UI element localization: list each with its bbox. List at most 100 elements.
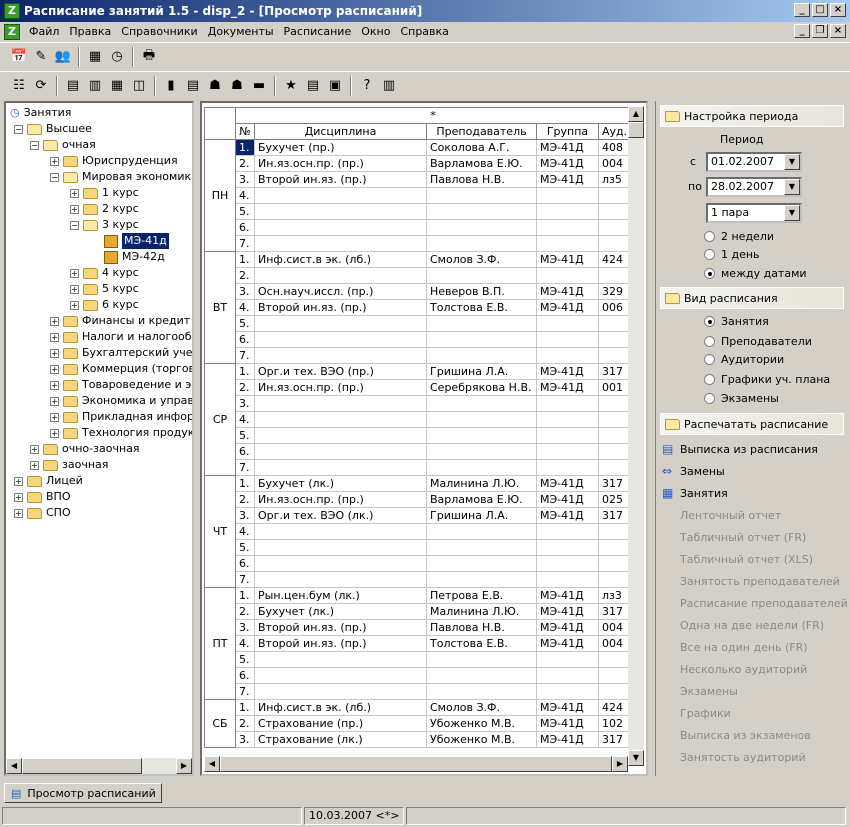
cell-teacher[interactable]	[426, 555, 537, 572]
cell-teacher[interactable]	[426, 203, 537, 220]
radio-between-dates[interactable]: между датами	[704, 267, 807, 280]
cell-number[interactable]: 2.	[235, 155, 255, 172]
cell-number[interactable]: 1.	[235, 363, 255, 380]
cell-teacher[interactable]: Убоженко М.В.	[426, 731, 537, 748]
cell-room[interactable]	[598, 427, 631, 444]
cell-discipline[interactable]: Страхование (пр.)	[254, 715, 427, 732]
tree-node-higher[interactable]: − Высшее	[14, 121, 92, 137]
cell-number[interactable]: 4.	[235, 411, 255, 428]
cell-room[interactable]: 004	[598, 619, 631, 636]
tree-node-fulltime[interactable]: − очная	[30, 137, 96, 153]
cell-discipline[interactable]	[254, 427, 427, 444]
pair-select[interactable]: 1 пара ▼	[706, 203, 802, 223]
scroll-thumb[interactable]	[220, 756, 612, 772]
table-row[interactable]: 6.	[205, 667, 631, 684]
tree-node-course-4[interactable]: +4 курс	[70, 265, 139, 281]
cell-teacher[interactable]	[426, 651, 537, 668]
radio-view-rooms[interactable]: Аудитории	[704, 353, 784, 366]
table-row[interactable]: 6.	[205, 443, 631, 460]
table-row[interactable]: ЧТ 1. Бухучет (лк.) Малинина Л.Ю. МЭ-41Д 317	[204, 475, 631, 588]
child-close-button[interactable]: ×	[830, 24, 846, 38]
cell-room[interactable]	[598, 523, 631, 540]
cell-number[interactable]: 3.	[235, 283, 255, 300]
cell-discipline[interactable]	[254, 315, 427, 332]
link-replacements[interactable]: Замены	[680, 465, 725, 478]
group-tree[interactable]: ◷ Занятия − Высшее − очная + Юриспруденция −…	[4, 101, 194, 776]
cell-number[interactable]: 6.	[235, 331, 255, 348]
tree-node-taxes[interactable]: + Налоги и налогообло	[50, 329, 192, 345]
folder-icon[interactable]: ▬	[250, 77, 268, 95]
radio-view-teachers[interactable]: Преподаватели	[704, 335, 812, 348]
table-row[interactable]: 6.	[205, 219, 631, 236]
cell-group[interactable]: МЭ-41Д	[536, 603, 599, 620]
link-schedule-extract[interactable]: Выписка из расписания	[680, 443, 818, 456]
cell-group[interactable]: МЭ-41Д	[536, 619, 599, 636]
tree-node-course-1[interactable]: +1 курс	[70, 185, 139, 201]
cell-number[interactable]: 3.	[235, 731, 255, 748]
split-icon[interactable]: ◫	[130, 77, 148, 95]
table-row[interactable]: 7.	[205, 571, 631, 588]
cell-number[interactable]: 5.	[235, 315, 255, 332]
cell-discipline[interactable]	[254, 331, 427, 348]
cell-teacher[interactable]	[426, 523, 537, 540]
cell-room[interactable]	[598, 235, 631, 252]
view-section-header[interactable]: Вид расписания	[660, 287, 844, 309]
cell-room[interactable]	[598, 571, 631, 588]
books-icon[interactable]: ▥	[380, 77, 398, 95]
cell-group[interactable]	[536, 651, 599, 668]
menu-references[interactable]: Справочники	[116, 25, 202, 38]
close-button[interactable]: ×	[830, 3, 846, 17]
scroll-right-button[interactable]: ▶	[612, 756, 628, 772]
cell-group[interactable]: МЭ-41Д	[536, 299, 599, 316]
radio-view-plan[interactable]: Графики уч. плана	[704, 373, 830, 386]
table-row[interactable]: 4.	[205, 523, 631, 540]
cell-teacher[interactable]: Толстова Е.В.	[426, 635, 537, 652]
cell-number[interactable]: 4.	[235, 187, 255, 204]
to-date-picker[interactable]: 28.02.2007 ▼	[706, 177, 802, 197]
menu-documents[interactable]: Документы	[203, 25, 279, 38]
tree-icon[interactable]: ☷	[10, 77, 28, 95]
cell-discipline[interactable]	[254, 411, 427, 428]
cell-teacher[interactable]: Варламова Е.Ю.	[426, 155, 537, 172]
cell-group[interactable]: МЭ-41Д	[536, 507, 599, 524]
table-icon[interactable]: ▥	[86, 77, 104, 95]
cell-room[interactable]	[598, 395, 631, 412]
tab-schedule-view[interactable]: ▤ Просмотр расписаний	[4, 783, 162, 803]
cell-group[interactable]: МЭ-41Д	[536, 379, 599, 396]
cell-group[interactable]	[536, 555, 599, 572]
cell-group[interactable]	[536, 523, 599, 540]
cell-discipline[interactable]: Осн.науч.иссл. (пр.)	[254, 283, 427, 300]
cell-teacher[interactable]: Малинина Л.Ю.	[426, 475, 537, 492]
cell-number[interactable]: 2.	[235, 379, 255, 396]
tree-node-world-economy[interactable]: − Мировая экономика	[50, 169, 192, 185]
cell-group[interactable]	[536, 331, 599, 348]
cell-teacher[interactable]: Смолов З.Ф.	[426, 699, 537, 716]
cell-number[interactable]: 1.	[235, 475, 255, 492]
table-row[interactable]: 5.	[205, 539, 631, 556]
cell-room[interactable]	[598, 331, 631, 348]
cell-teacher[interactable]	[426, 683, 537, 700]
cell-discipline[interactable]	[254, 667, 427, 684]
table-row[interactable]: 7.	[205, 459, 631, 476]
tree-node-economics[interactable]: + Экономика и управл	[50, 393, 192, 409]
table-row[interactable]: 3. Осн.науч.иссл. (пр.) Неверов В.П. МЭ-41Д…	[205, 283, 631, 300]
cell-room[interactable]	[598, 411, 631, 428]
cell-group[interactable]: МЭ-41Д	[536, 587, 599, 604]
table-row[interactable]: 3. Второй ин.яз. (пр.) Павлова Н.В. МЭ-41Д л…	[205, 171, 631, 188]
tree-node-accounting[interactable]: + Бухгалтерский учет	[50, 345, 192, 361]
people-icon[interactable]: ☗	[206, 77, 224, 95]
table-row[interactable]: 5.	[205, 427, 631, 444]
cell-discipline[interactable]	[254, 347, 427, 364]
cell-teacher[interactable]: Петрова Е.В.	[426, 587, 537, 604]
cell-discipline[interactable]	[254, 187, 427, 204]
col-teacher[interactable]: Преподаватель	[426, 123, 537, 140]
cell-room[interactable]: 102	[598, 715, 631, 732]
table-row[interactable]: 3.	[205, 395, 631, 412]
scroll-right-button[interactable]: ▶	[176, 758, 192, 774]
radio-2-weeks[interactable]: 2 недели	[704, 230, 774, 243]
cell-group[interactable]: МЭ-41Д	[536, 635, 599, 652]
cell-discipline[interactable]	[254, 571, 427, 588]
cell-discipline[interactable]	[254, 555, 427, 572]
cell-number[interactable]: 7.	[235, 347, 255, 364]
cell-number[interactable]: 1.	[235, 699, 255, 716]
